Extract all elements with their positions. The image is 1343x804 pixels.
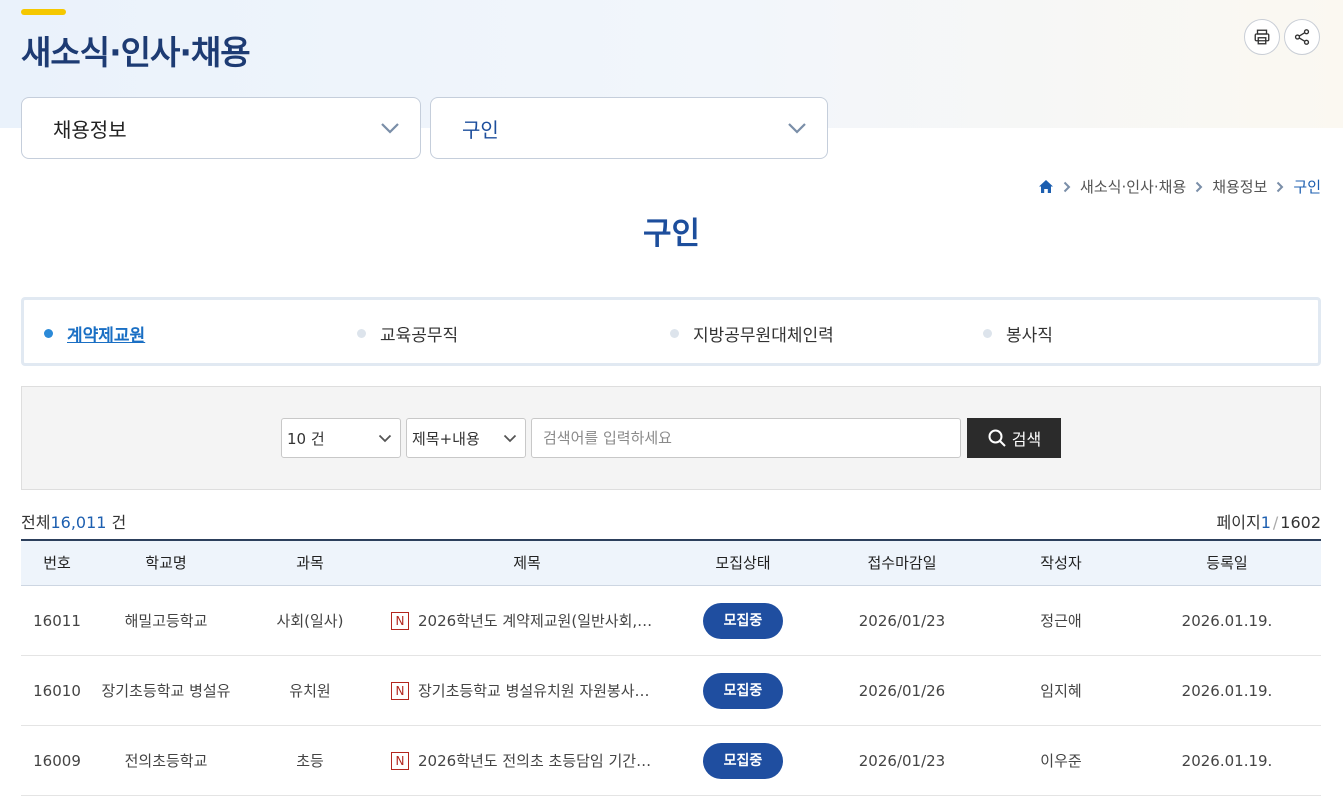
- breadcrumb-item[interactable]: 채용정보: [1212, 176, 1267, 197]
- cell-title[interactable]: N 2026학년도 계약제교원(일반사회,체육,기간제) 채용 공고: [391, 586, 661, 656]
- chevron-down-icon: [503, 434, 517, 442]
- cell-school: 전의초등학교: [124, 752, 208, 770]
- share-button[interactable]: [1284, 19, 1320, 55]
- breadcrumb-current: 구인: [1293, 178, 1321, 196]
- page-size-select[interactable]: 10 건: [281, 418, 401, 458]
- cell-date: 2026.01.19.: [1181, 752, 1273, 770]
- new-badge: N: [391, 612, 409, 630]
- cell-school: 해밀고등학교: [124, 612, 208, 630]
- header-status: 모집상태: [715, 554, 771, 572]
- job-listing-table: 번호 학교명 과목 제목 모집상태 접수마감일 작성자 등록일 16011 해밀…: [21, 539, 1321, 796]
- home-icon[interactable]: [1038, 179, 1054, 194]
- category-dropdown-label: 채용정보: [53, 117, 127, 142]
- header-no: 번호: [43, 554, 71, 572]
- table-row[interactable]: 16009 전의초등학교 초등 N 2026학년도 전의초 초등담임 기간제 교…: [21, 726, 1321, 796]
- search-panel: 10 건 제목+내용 검색: [21, 386, 1321, 490]
- tab-education-staff[interactable]: 교육공무직: [357, 321, 458, 346]
- cell-school: 장기초등학교 병설유: [101, 682, 231, 700]
- tab-bar: 계약제교원 교육공무직 지방공무원대체인력 봉사직: [21, 297, 1321, 366]
- search-input[interactable]: [531, 418, 961, 458]
- search-icon: [988, 429, 1006, 447]
- search-field-select[interactable]: 제목+내용: [406, 418, 526, 458]
- page-indicator: 페이지1/1602: [1217, 509, 1321, 533]
- category-dropdown[interactable]: 채용정보: [21, 97, 421, 159]
- header-author: 작성자: [1040, 554, 1082, 572]
- chevron-down-icon: [381, 123, 399, 134]
- status-badge: 모집중: [703, 603, 783, 639]
- breadcrumb: 새소식·인사·채용 채용정보 구인: [1038, 176, 1321, 197]
- chevron-down-icon: [788, 123, 806, 134]
- status-badge: 모집중: [703, 673, 783, 709]
- tab-label: 계약제교원: [67, 326, 146, 346]
- breadcrumb-item[interactable]: 새소식·인사·채용: [1080, 176, 1186, 197]
- header-subject: 과목: [296, 554, 324, 572]
- cell-author: 임지혜: [1040, 682, 1082, 700]
- printer-icon: [1254, 29, 1270, 45]
- share-icon: [1294, 29, 1310, 45]
- new-badge: N: [391, 752, 409, 770]
- search-field-value: 제목+내용: [412, 429, 480, 448]
- cell-date: 2026.01.19.: [1181, 682, 1273, 700]
- total-unit: 건: [106, 513, 127, 532]
- cell-subject: 사회(일사): [276, 612, 344, 630]
- cell-subject: 유치원: [289, 682, 331, 700]
- cell-deadline: 2026/01/23: [858, 612, 946, 630]
- table-row[interactable]: 16011 해밀고등학교 사회(일사) N 2026학년도 계약제교원(일반사회…: [21, 586, 1321, 656]
- cell-subject: 초등: [296, 752, 324, 770]
- title-link[interactable]: 장기초등학교 병설유치원 자원봉사자 채용 공고: [418, 656, 661, 726]
- table-header: 번호 학교명 과목 제목 모집상태 접수마감일 작성자 등록일: [21, 539, 1321, 586]
- cell-author: 정근애: [1040, 612, 1082, 630]
- page-label: 페이지: [1216, 513, 1261, 532]
- chevron-right-icon: [1195, 181, 1203, 193]
- bullet-dot: [670, 329, 679, 338]
- accent-bar: [21, 9, 66, 15]
- header-school: 학교명: [145, 554, 187, 572]
- status-badge: 모집중: [703, 743, 783, 779]
- page-heading: 새소식·인사·채용: [21, 33, 251, 72]
- page-size-value: 10 건: [287, 429, 325, 448]
- tab-label: 봉사직: [1006, 326, 1053, 346]
- total-label: 전체: [21, 513, 51, 532]
- total-number: 16,011: [50, 513, 107, 532]
- subcategory-dropdown-label: 구인: [462, 117, 499, 142]
- chevron-right-icon: [1063, 181, 1071, 193]
- header-deadline: 접수마감일: [867, 554, 937, 572]
- print-button[interactable]: [1244, 19, 1280, 55]
- bullet-dot: [44, 329, 53, 338]
- tab-substitute-civil-servant[interactable]: 지방공무원대체인력: [670, 321, 834, 346]
- total-pages: 1602: [1280, 513, 1321, 532]
- cell-title[interactable]: N 장기초등학교 병설유치원 자원봉사자 채용 공고: [391, 656, 661, 726]
- current-page: 1: [1260, 513, 1271, 532]
- cell-no: 16011: [33, 612, 81, 630]
- bullet-dot: [357, 329, 366, 338]
- cell-no: 16010: [33, 682, 81, 700]
- cell-deadline: 2026/01/23: [858, 752, 946, 770]
- total-count: 전체16,011 건: [21, 509, 126, 533]
- header-date: 등록일: [1206, 554, 1248, 572]
- tab-label: 지방공무원대체인력: [693, 326, 834, 346]
- page-title: 구인: [642, 216, 701, 252]
- search-button[interactable]: 검색: [967, 418, 1061, 458]
- tab-label: 교육공무직: [380, 326, 459, 346]
- search-button-label: 검색: [1011, 430, 1042, 449]
- cell-no: 16009: [33, 752, 81, 770]
- cell-title[interactable]: N 2026학년도 전의초 초등담임 기간제 교사 채용 공고: [391, 726, 661, 796]
- bullet-dot: [983, 329, 992, 338]
- subcategory-dropdown[interactable]: 구인: [430, 97, 828, 159]
- cell-author: 이우준: [1040, 752, 1082, 770]
- chevron-down-icon: [378, 434, 392, 442]
- table-row[interactable]: 16010 장기초등학교 병설유 유치원 N 장기초등학교 병설유치원 자원봉사…: [21, 656, 1321, 726]
- cell-deadline: 2026/01/26: [858, 682, 946, 700]
- cell-date: 2026.01.19.: [1181, 612, 1273, 630]
- title-link[interactable]: 2026학년도 전의초 초등담임 기간제 교사 채용 공고: [418, 726, 661, 796]
- chevron-right-icon: [1276, 181, 1284, 193]
- new-badge: N: [391, 682, 409, 700]
- tab-contract-teacher[interactable]: 계약제교원: [44, 321, 145, 346]
- title-link[interactable]: 2026학년도 계약제교원(일반사회,체육,기간제) 채용 공고: [418, 586, 661, 656]
- header-title: 제목: [513, 554, 541, 572]
- page-separator: /: [1272, 513, 1279, 532]
- tab-volunteer[interactable]: 봉사직: [983, 321, 1053, 346]
